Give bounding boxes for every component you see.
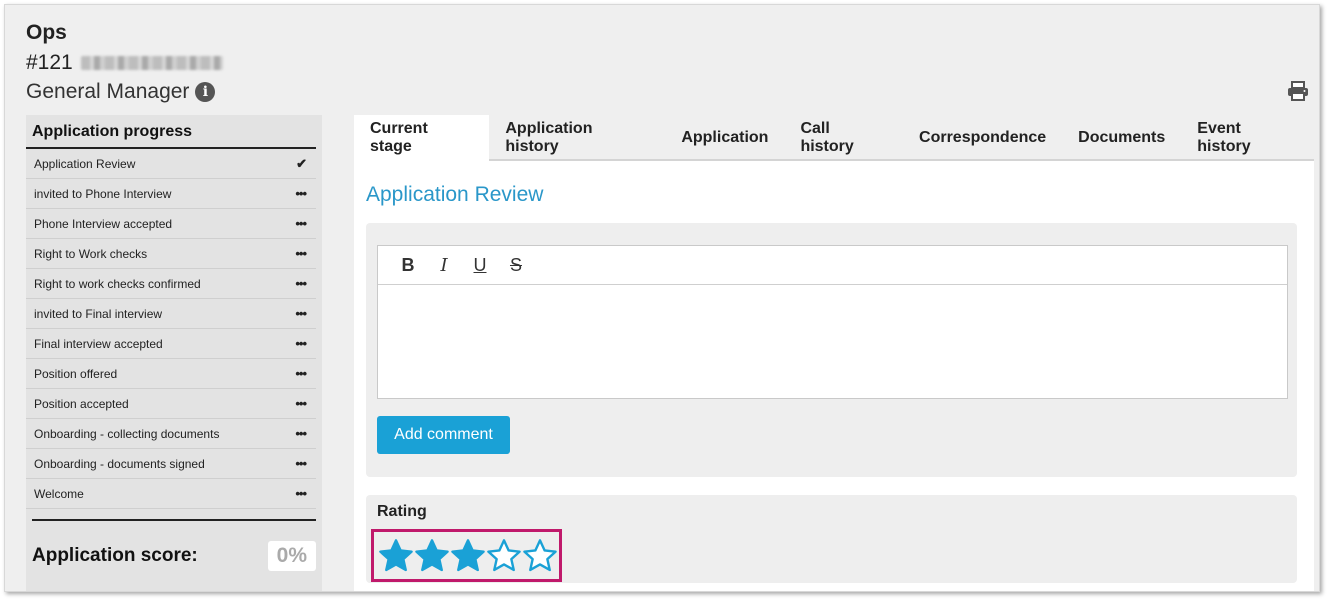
more-icon: ••• (295, 186, 307, 201)
stage-label: Onboarding - documents signed (34, 456, 205, 471)
stage-label: Position accepted (34, 396, 129, 411)
stage-label: Right to Work checks (34, 246, 148, 261)
main-content: Current stage Application history Applicat… (354, 115, 1314, 591)
stage-list: Application Review ✔ invited to Phone Inte… (26, 149, 316, 509)
stage-item[interactable]: Position offered ••• (26, 359, 316, 389)
score-label: Application score: (32, 545, 198, 566)
checkmark-icon: ✔ (296, 155, 307, 171)
more-icon: ••• (295, 396, 307, 411)
stage-item[interactable]: Phone Interview accepted ••• (26, 209, 316, 239)
star-empty-icon[interactable] (486, 538, 522, 574)
stage-label: Right to work checks confirmed (34, 276, 201, 291)
section-title: Application Review (366, 183, 544, 206)
rating-label: Rating (377, 503, 427, 520)
tab-current-stage[interactable]: Current stage (354, 115, 490, 161)
stage-item[interactable]: Position accepted ••• (26, 389, 316, 419)
more-icon: ••• (295, 366, 307, 381)
tab-bar: Current stage Application history Applicat… (354, 115, 1314, 161)
applicant-ref: #121 (26, 51, 223, 75)
applicant-number: #121 (26, 51, 73, 74)
comment-editor[interactable]: B I U S (377, 245, 1288, 399)
job-role-label: General Manager (26, 80, 190, 103)
stage-label: invited to Phone Interview (34, 186, 172, 201)
stage-item[interactable]: Welcome ••• (26, 479, 316, 509)
more-icon: ••• (295, 486, 307, 501)
strikethrough-button[interactable]: S (498, 255, 534, 276)
app-window: Ops #121 General Manager i Application p… (4, 4, 1320, 592)
job-role: General Manager i (26, 80, 216, 104)
star-filled-icon[interactable] (450, 538, 486, 574)
star-empty-icon[interactable] (522, 538, 558, 574)
application-progress-panel: Application progress Application Review ✔… (26, 115, 322, 591)
tab-documents[interactable]: Documents (1062, 115, 1181, 161)
stage-item[interactable]: Right to work checks confirmed ••• (26, 269, 316, 299)
stage-label: Welcome (34, 486, 84, 501)
stage-label: Phone Interview accepted (34, 216, 173, 231)
star-filled-icon[interactable] (378, 538, 414, 574)
stage-label: Final interview accepted (34, 336, 163, 351)
stage-item[interactable]: invited to Phone Interview ••• (26, 179, 316, 209)
more-icon: ••• (295, 426, 307, 441)
stage-item[interactable]: Final interview accepted ••• (26, 329, 316, 359)
more-icon: ••• (295, 246, 307, 261)
page-title: Ops (26, 21, 67, 44)
stage-item[interactable]: Right to Work checks ••• (26, 239, 316, 269)
print-icon[interactable] (1287, 81, 1309, 101)
score-value: 0% (267, 541, 316, 571)
italic-button[interactable]: I (426, 255, 462, 276)
tab-correspondence[interactable]: Correspondence (903, 115, 1062, 161)
more-icon: ••• (295, 306, 307, 321)
tab-call-history[interactable]: Call history (784, 115, 903, 161)
editor-toolbar: B I U S (378, 246, 1287, 285)
more-icon: ••• (295, 456, 307, 471)
stage-item[interactable]: Application Review ✔ (26, 149, 316, 179)
tab-application-history[interactable]: Application history (489, 115, 665, 161)
stage-item[interactable]: invited to Final interview ••• (26, 299, 316, 329)
underline-button[interactable]: U (462, 255, 498, 276)
stage-item[interactable]: Onboarding - documents signed ••• (26, 449, 316, 479)
stage-label: Application Review (34, 156, 136, 171)
stage-label: Position offered (34, 366, 118, 381)
more-icon: ••• (295, 336, 307, 351)
stage-label: invited to Final interview (34, 306, 163, 321)
star-rating (371, 529, 562, 582)
tab-application[interactable]: Application (665, 115, 784, 161)
stage-label: Onboarding - collecting documents (34, 426, 220, 441)
more-icon: ••• (295, 276, 307, 291)
info-icon[interactable]: i (195, 82, 216, 102)
progress-title: Application progress (26, 115, 316, 149)
add-comment-button[interactable]: Add comment (377, 416, 510, 454)
application-score: Application score: 0% (26, 521, 322, 571)
stage-item[interactable]: Onboarding - collecting documents ••• (26, 419, 316, 449)
rating-box: Rating (366, 495, 1297, 583)
redacted-name (80, 56, 223, 70)
tab-event-history[interactable]: Event history (1181, 115, 1314, 161)
more-icon: ••• (295, 216, 307, 231)
comment-box: B I U S Add comment (366, 223, 1297, 477)
bold-button[interactable]: B (390, 255, 426, 276)
star-filled-icon[interactable] (414, 538, 450, 574)
